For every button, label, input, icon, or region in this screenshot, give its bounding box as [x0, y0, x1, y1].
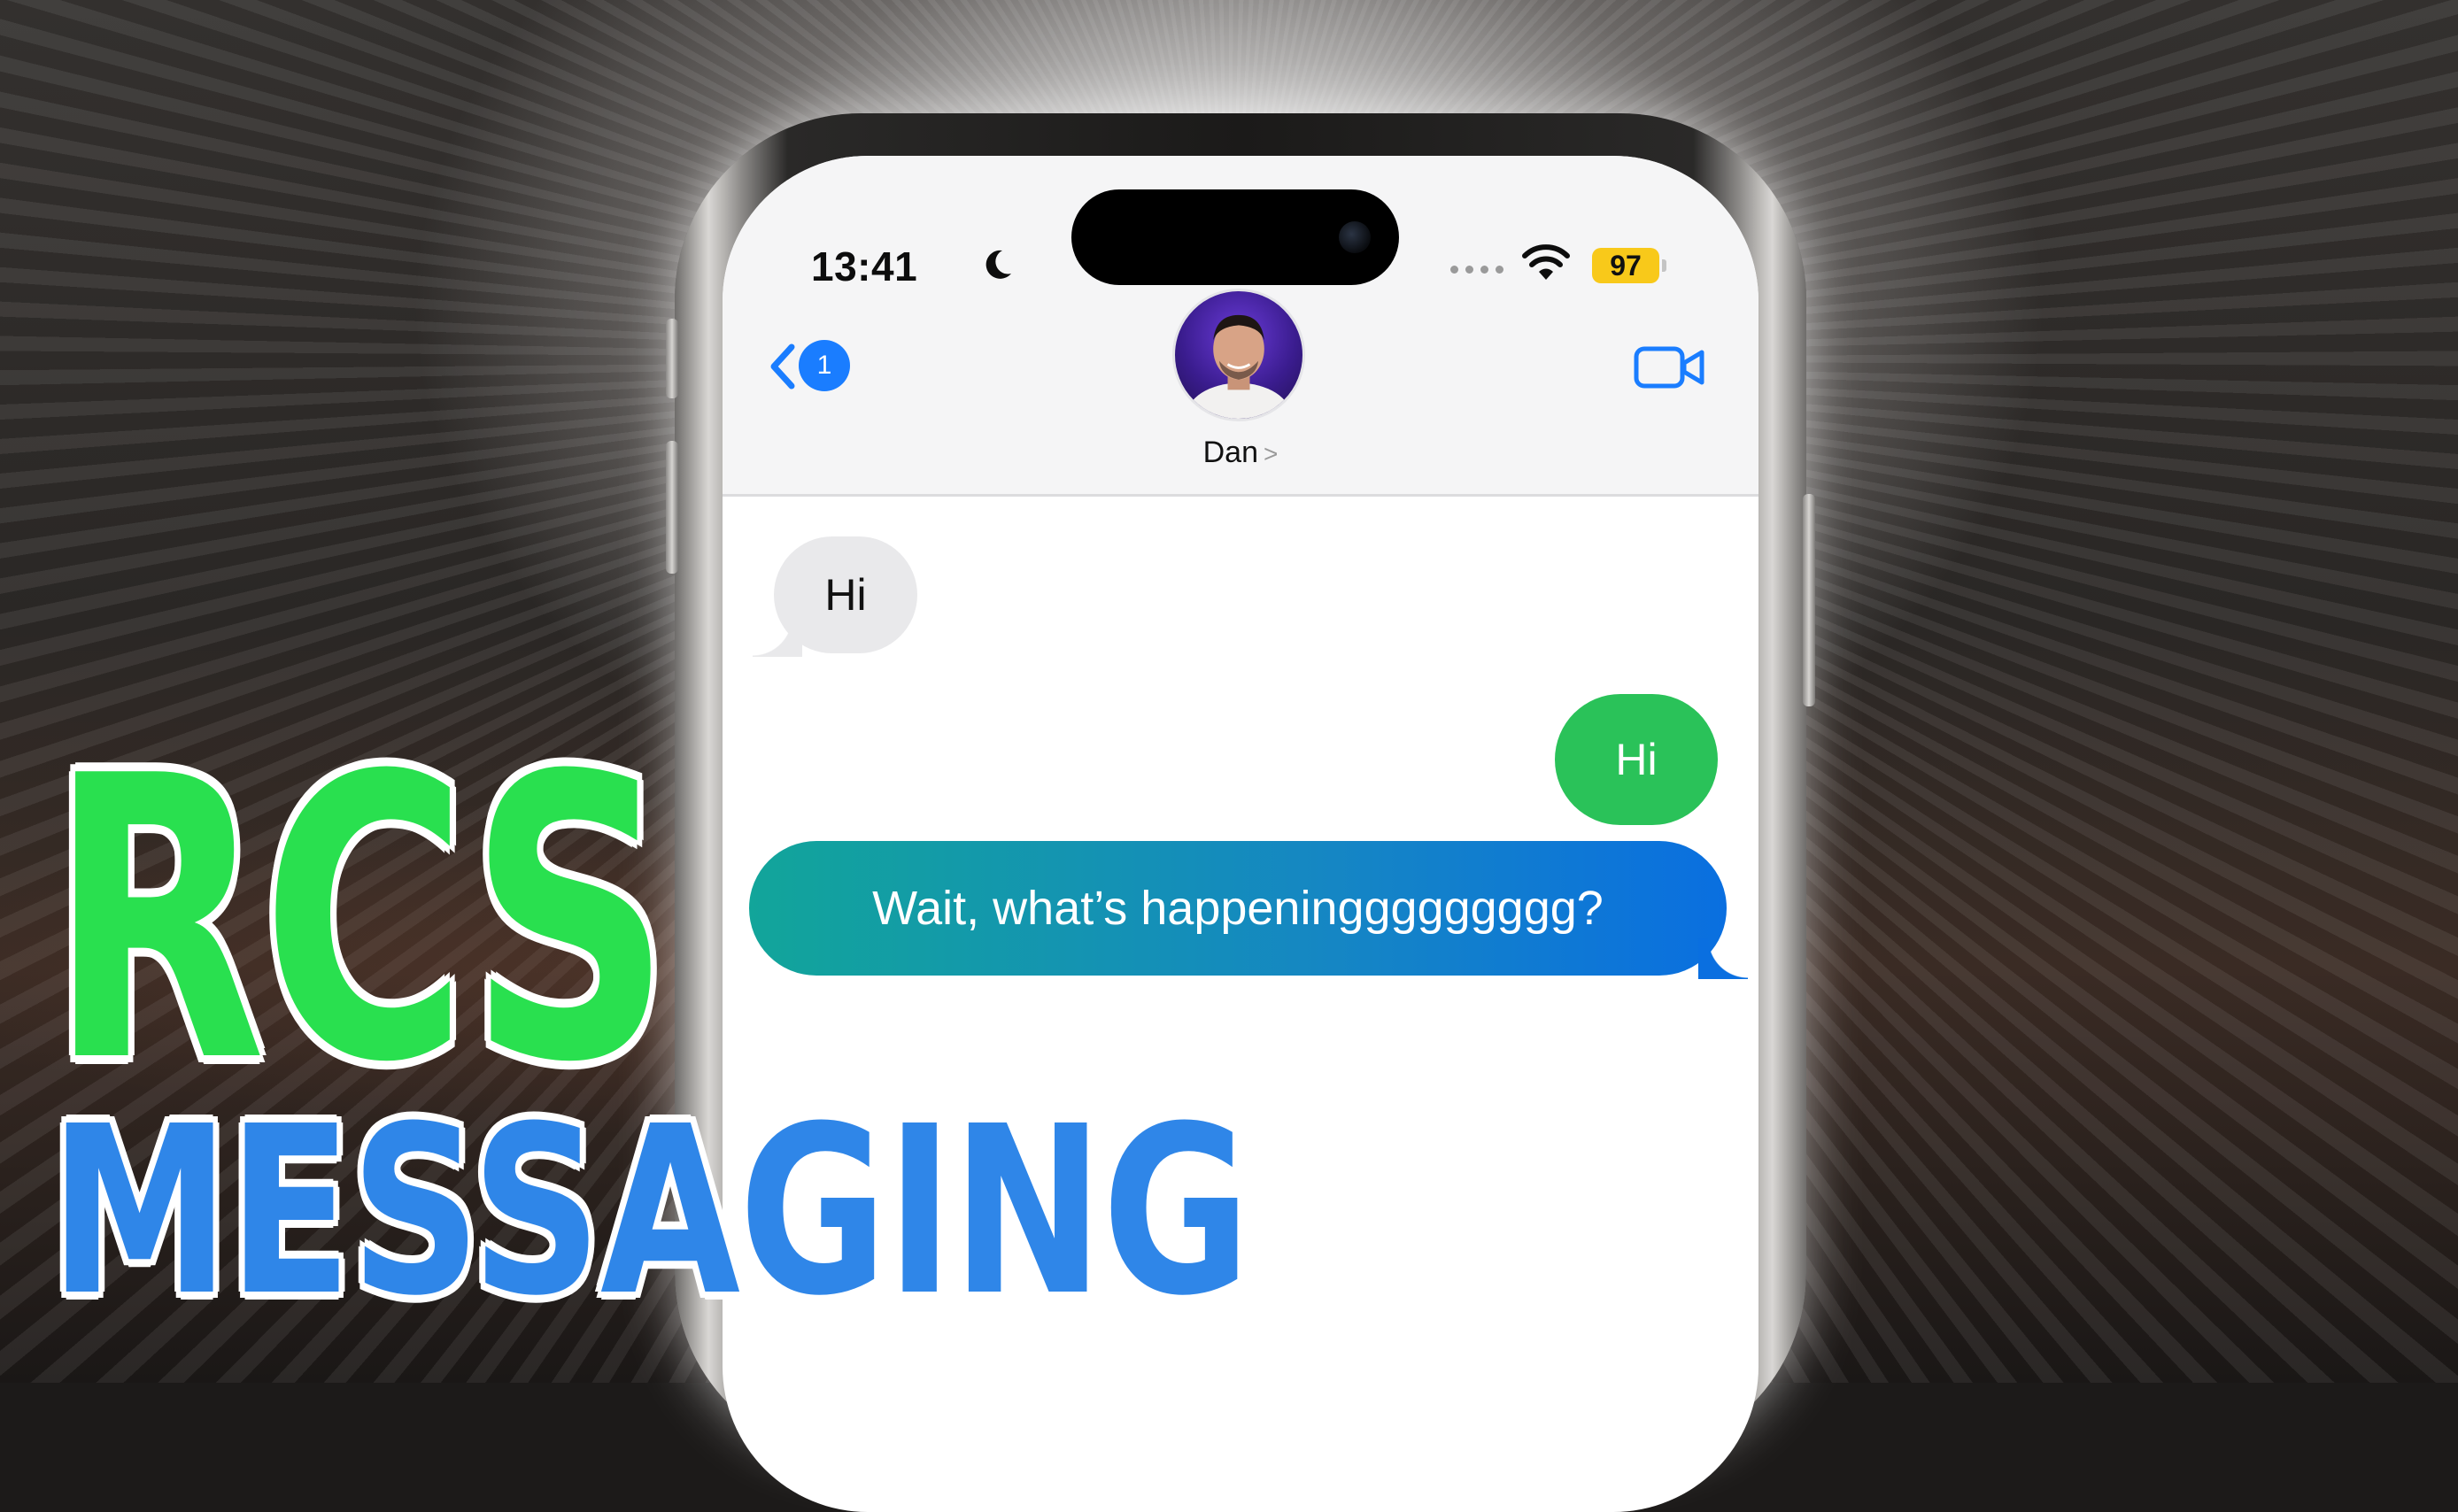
outgoing-message-bubble[interactable]: Hi	[1555, 694, 1718, 825]
headline-messaging: MESSAGING	[50, 1076, 1250, 1346]
back-chevron-icon	[770, 343, 795, 390]
battery-indicator: 97	[1592, 248, 1666, 283]
avatar-photo	[1186, 314, 1292, 419]
avatar[interactable]	[1172, 289, 1305, 421]
conversation-header: 13:41 97 1 Dan >	[723, 156, 1758, 497]
back-button[interactable]: 1	[767, 335, 873, 398]
moon-icon	[986, 250, 1011, 279]
video-camera-icon[interactable]	[1633, 340, 1707, 395]
chevron-right-icon: >	[1264, 440, 1279, 467]
incoming-message-bubble[interactable]: Hi	[753, 536, 917, 657]
contact-name[interactable]: Dan >	[723, 436, 1758, 470]
wifi-icon	[1522, 244, 1570, 280]
dynamic-island	[1071, 189, 1399, 285]
status-time: 13:41	[811, 243, 918, 289]
unread-badge: 1	[799, 340, 850, 391]
contact-name-label: Dan	[1202, 436, 1258, 469]
cellular-signal-icon	[1450, 266, 1503, 274]
action-button	[666, 319, 678, 398]
volume-button	[666, 441, 678, 574]
outgoing-message-bubble[interactable]: Wait, what’s happeninggggggggg?	[749, 841, 1748, 979]
power-button	[1803, 494, 1815, 706]
headline-rcs: RCS	[50, 694, 671, 1147]
front-camera	[1339, 221, 1371, 253]
